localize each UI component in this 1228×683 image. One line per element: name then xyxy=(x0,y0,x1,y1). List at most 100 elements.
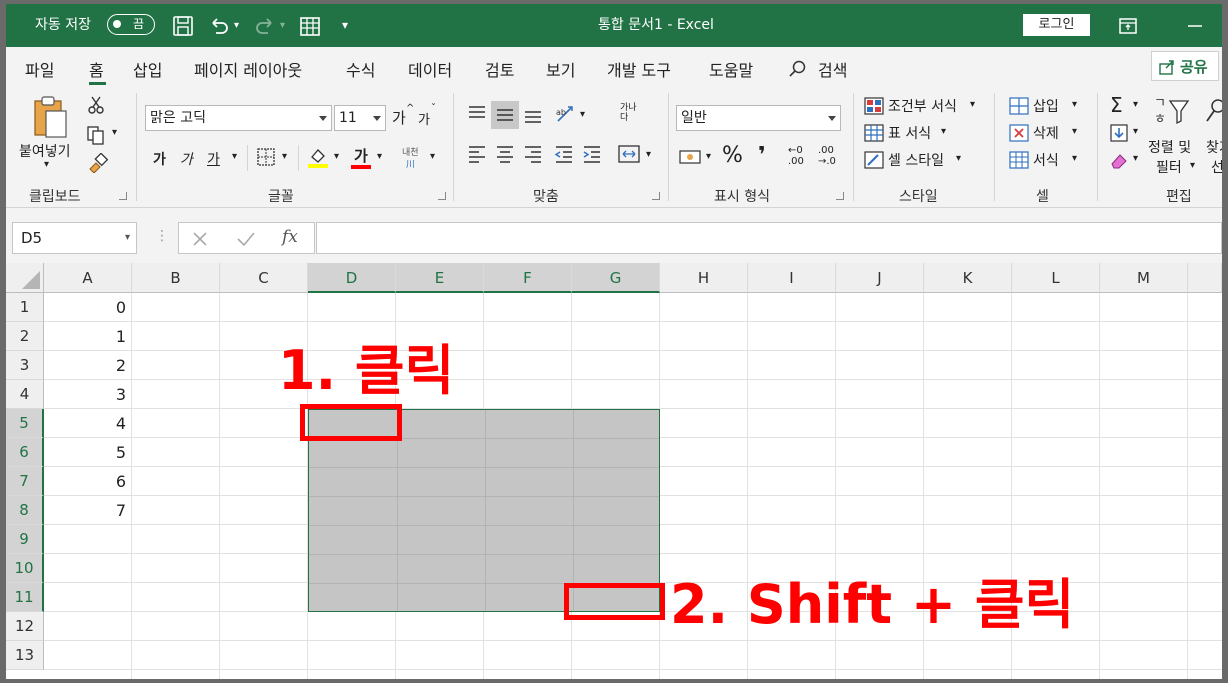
paste-dropdown-icon[interactable]: ▾ xyxy=(44,159,49,170)
cell-a1[interactable]: 0 xyxy=(44,293,126,322)
row-header-6[interactable]: 6 xyxy=(6,438,44,467)
column-header-h[interactable]: H xyxy=(660,263,748,293)
conditional-formatting-icon[interactable] xyxy=(863,96,885,116)
font-color-dropdown-icon[interactable]: ▾ xyxy=(377,151,382,162)
column-header-l[interactable]: L xyxy=(1012,263,1100,293)
tab-file[interactable]: 파일 xyxy=(25,57,54,81)
format-dropdown-icon[interactable]: ▾ xyxy=(1072,153,1077,164)
insert-function-icon[interactable]: fx xyxy=(282,227,298,247)
font-size-select[interactable]: 11 xyxy=(334,105,386,131)
merge-center-icon[interactable] xyxy=(617,143,641,165)
grow-font-button[interactable]: 가 xyxy=(392,107,406,128)
row-header-7[interactable]: 7 xyxy=(6,467,44,496)
insert-cells-button[interactable]: 삽입 xyxy=(1033,96,1059,116)
phonetic-dropdown-icon[interactable]: ▾ xyxy=(430,151,435,162)
row-header-3[interactable]: 3 xyxy=(6,351,44,380)
tab-insert[interactable]: 삽입 xyxy=(133,57,162,81)
underline-button[interactable]: 가 xyxy=(207,149,220,169)
find-select-icon[interactable] xyxy=(1204,97,1222,131)
conditional-formatting-button[interactable]: 조건부 서식 xyxy=(888,96,957,116)
fill-color-icon[interactable] xyxy=(306,145,330,169)
row-header-4[interactable]: 4 xyxy=(6,380,44,409)
font-launcher-icon[interactable] xyxy=(438,192,446,200)
row-header-1[interactable]: 1 xyxy=(6,293,44,322)
insert-cells-icon[interactable] xyxy=(1008,96,1030,116)
column-header-m[interactable]: M xyxy=(1100,263,1188,293)
ribbon-display-icon[interactable] xyxy=(1116,14,1140,38)
align-bottom-icon[interactable] xyxy=(522,103,544,125)
accounting-format-icon[interactable] xyxy=(678,147,704,167)
save-icon[interactable] xyxy=(171,14,195,38)
cell-styles-icon[interactable] xyxy=(863,150,885,170)
sort-filter-label[interactable]: 정렬 및 xyxy=(1148,137,1191,157)
clear-eraser-icon[interactable] xyxy=(1108,150,1130,170)
sort-filter-dropdown-icon[interactable]: ▾ xyxy=(1190,160,1195,171)
decrease-indent-icon[interactable] xyxy=(553,143,575,165)
cell-a4[interactable]: 3 xyxy=(44,380,126,409)
font-color-button[interactable]: 가 xyxy=(354,145,368,166)
formula-bar-resize-icon[interactable]: ⋮ xyxy=(155,228,169,244)
tab-developer[interactable]: 개발 도구 xyxy=(607,57,671,81)
merge-dropdown-icon[interactable]: ▾ xyxy=(646,149,651,160)
column-header-c[interactable]: C xyxy=(220,263,308,293)
tab-home[interactable]: 홈 xyxy=(89,57,104,81)
format-cells-button[interactable]: 서식 xyxy=(1033,150,1059,170)
align-top-icon[interactable] xyxy=(466,103,488,125)
search-label[interactable]: 검색 xyxy=(818,57,847,81)
row-header-5[interactable]: 5 xyxy=(6,409,44,438)
share-button[interactable]: 공유 xyxy=(1151,51,1219,81)
row-header-8[interactable]: 8 xyxy=(6,496,44,525)
accounting-dropdown-icon[interactable]: ▾ xyxy=(706,151,711,162)
conditional-dropdown-icon[interactable]: ▾ xyxy=(970,99,975,110)
row-header-2[interactable]: 2 xyxy=(6,322,44,351)
row-header-10[interactable]: 10 xyxy=(6,554,44,583)
autosave-toggle[interactable]: 끔 xyxy=(107,14,155,35)
table-grid-icon[interactable] xyxy=(298,14,322,38)
cell-a3[interactable]: 2 xyxy=(44,351,126,380)
column-header-k[interactable]: K xyxy=(924,263,1012,293)
copy-icon[interactable] xyxy=(86,125,108,145)
tab-view[interactable]: 보기 xyxy=(546,57,575,81)
percent-style-icon[interactable]: % xyxy=(722,143,743,168)
cell-a7[interactable]: 6 xyxy=(44,467,126,496)
underline-dropdown-icon[interactable]: ▾ xyxy=(232,151,237,162)
format-as-table-button[interactable]: 표 서식 xyxy=(888,123,931,143)
insert-dropdown-icon[interactable]: ▾ xyxy=(1072,99,1077,110)
minimize-icon[interactable] xyxy=(1183,14,1207,38)
filter-label[interactable]: 필터 xyxy=(1156,157,1182,177)
column-header-a[interactable]: A xyxy=(44,263,132,293)
format-cells-icon[interactable] xyxy=(1008,150,1030,170)
fill-dropdown-icon[interactable]: ▾ xyxy=(1133,126,1138,137)
worksheet-grid[interactable]: ABCDEFGHIJKLM 1 2 3 4 5 6 7 8 9 10 11 12 13 01234567… xyxy=(6,263,1222,679)
italic-button[interactable]: 가 xyxy=(180,149,193,169)
table-dropdown-icon[interactable]: ▾ xyxy=(941,126,946,137)
font-name-select[interactable]: 맑은 고딕 xyxy=(145,105,332,131)
decrease-decimal-icon[interactable]: .00 →.0 xyxy=(818,145,836,167)
paste-label[interactable]: 붙여넣기 xyxy=(19,141,71,161)
column-header-e[interactable]: E xyxy=(396,263,484,293)
borders-dropdown-icon[interactable]: ▾ xyxy=(282,151,287,162)
cell-a2[interactable]: 1 xyxy=(44,322,126,351)
comma-style-icon[interactable]: ❜ xyxy=(758,143,766,168)
wrap-text-button[interactable]: 가나다 xyxy=(620,103,642,123)
row-header-13[interactable]: 13 xyxy=(6,641,44,670)
delete-cells-icon[interactable] xyxy=(1008,123,1030,143)
cell-styles-button[interactable]: 셀 스타일 xyxy=(888,150,944,170)
cell-a8[interactable]: 7 xyxy=(44,496,126,525)
increase-decimal-icon[interactable]: ←0.00 xyxy=(788,145,804,167)
fill-color-dropdown-icon[interactable]: ▾ xyxy=(334,151,339,162)
orientation-dropdown-icon[interactable]: ▾ xyxy=(580,109,585,120)
undo-dropdown-icon[interactable]: ▾ xyxy=(234,4,239,47)
column-header-i[interactable]: I xyxy=(748,263,836,293)
row-header-9[interactable]: 9 xyxy=(6,525,44,554)
clipboard-launcher-icon[interactable] xyxy=(119,192,127,200)
column-header-b[interactable]: B xyxy=(132,263,220,293)
align-middle-button[interactable] xyxy=(491,101,519,129)
name-box-dropdown-icon[interactable]: ▾ xyxy=(125,223,130,253)
column-header-f[interactable]: F xyxy=(484,263,572,293)
number-format-select[interactable]: 일반 xyxy=(676,105,841,131)
cell-a5[interactable]: 4 xyxy=(44,409,126,438)
search-icon[interactable] xyxy=(788,59,808,79)
select-all-button[interactable] xyxy=(6,263,44,293)
tab-formulas[interactable]: 수식 xyxy=(346,57,375,81)
